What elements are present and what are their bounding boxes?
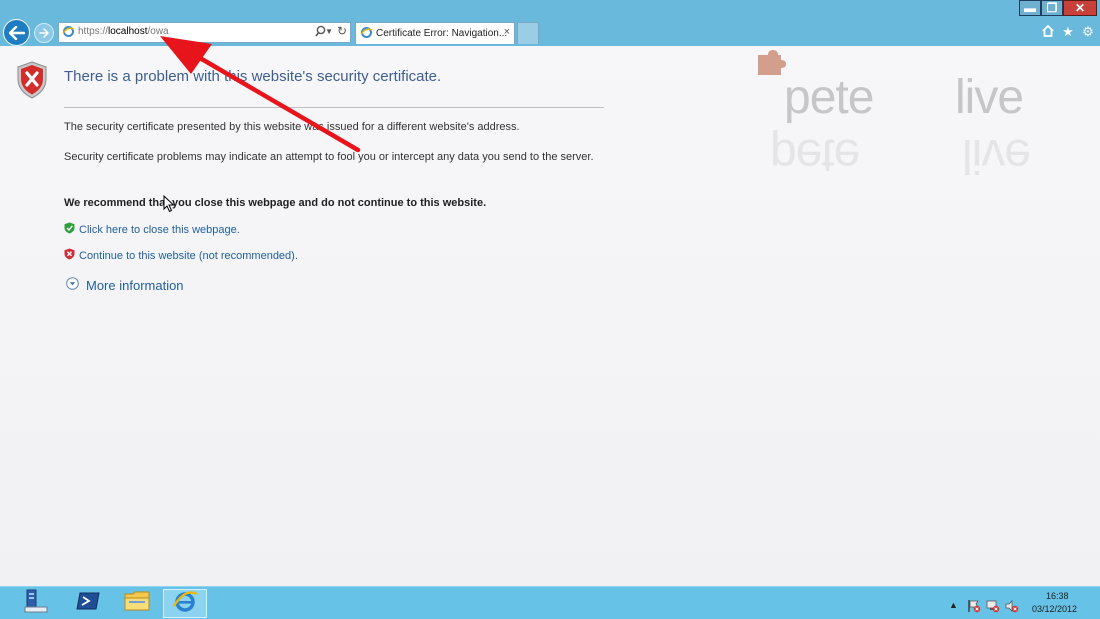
arrow-right-icon — [39, 28, 49, 38]
chevron-down-icon[interactable]: ▼ — [325, 27, 333, 36]
file-explorer-button[interactable] — [115, 589, 159, 618]
more-information-label: More information — [86, 277, 184, 293]
watermark-live: live — [955, 71, 1024, 124]
shield-ok-icon — [64, 222, 75, 237]
internet-explorer-icon — [172, 588, 198, 619]
tab-close-icon[interactable]: × — [504, 26, 510, 38]
minimize-button[interactable]: ▬ — [1019, 0, 1041, 16]
network-icon[interactable] — [986, 599, 1000, 616]
close-webpage-label: Click here to close this webpage. — [79, 223, 240, 236]
address-url: https://localhost/owa — [78, 26, 169, 37]
powershell-icon — [76, 591, 100, 616]
expand-icon — [66, 277, 79, 293]
page-title: There is a problem with this website's s… — [64, 68, 442, 85]
more-information-toggle[interactable]: More information — [66, 277, 184, 293]
divider — [64, 107, 604, 108]
refresh-icon[interactable]: ↻ — [337, 24, 347, 38]
forward-button[interactable] — [34, 23, 54, 43]
mouse-cursor-icon — [163, 194, 175, 218]
certificate-message: The security certificate presented by th… — [64, 121, 520, 133]
clock-time[interactable]: 16:38 — [1046, 591, 1069, 601]
restore-button[interactable]: ❐ — [1041, 0, 1063, 16]
clock-date[interactable]: 03/12/2012 — [1032, 604, 1077, 614]
recommendation-text: We recommend that you close this webpage… — [64, 197, 487, 209]
home-icon[interactable] — [1040, 24, 1056, 40]
powershell-button[interactable] — [66, 589, 110, 618]
url-path: /owa — [147, 26, 169, 37]
shield-warning-icon — [64, 248, 75, 263]
back-button[interactable] — [3, 19, 30, 46]
file-explorer-icon — [124, 590, 150, 617]
volume-muted-icon[interactable] — [1005, 599, 1019, 616]
taskbar: ▲ 16:38 03/12/2012 — [0, 586, 1100, 619]
close-window-button[interactable]: ✕ — [1063, 0, 1097, 16]
server-manager-icon — [23, 588, 49, 619]
close-webpage-link[interactable]: Click here to close this webpage. — [64, 222, 240, 237]
watermark-live-reflection: live — [962, 129, 1031, 182]
url-host: localhost — [108, 26, 148, 37]
action-center-flag-icon[interactable] — [967, 599, 981, 616]
browser-chrome: https://localhost/owa ▼ ↻ Certificate Er… — [0, 0, 1100, 46]
watermark-pete: pete — [784, 71, 874, 124]
arrow-left-icon — [8, 25, 25, 40]
server-manager-button[interactable] — [14, 589, 58, 618]
page-content: There is a problem with this website's s… — [0, 46, 1100, 586]
star-icon[interactable]: ★ — [1060, 24, 1076, 40]
risk-message: Security certificate problems may indica… — [64, 151, 594, 163]
ie-page-icon — [360, 26, 373, 44]
gear-icon[interactable]: ⚙ — [1080, 24, 1096, 40]
address-bar[interactable]: https://localhost/owa ▼ ↻ — [58, 22, 351, 43]
continue-website-link[interactable]: Continue to this website (not recommende… — [64, 248, 298, 263]
url-scheme: https:// — [78, 26, 109, 37]
shield-error-icon — [16, 61, 48, 104]
tab-title: Certificate Error: Navigation... — [376, 28, 508, 39]
continue-website-label: Continue to this website (not recommende… — [79, 249, 298, 262]
watermark-pete-reflection: pete — [770, 129, 860, 182]
show-hidden-icons-icon[interactable]: ▲ — [949, 600, 958, 610]
internet-explorer-button[interactable] — [163, 589, 207, 618]
ie-page-icon — [62, 25, 75, 43]
new-tab-button[interactable] — [517, 22, 539, 44]
tab-certificate-error[interactable]: Certificate Error: Navigation... × — [355, 22, 515, 44]
